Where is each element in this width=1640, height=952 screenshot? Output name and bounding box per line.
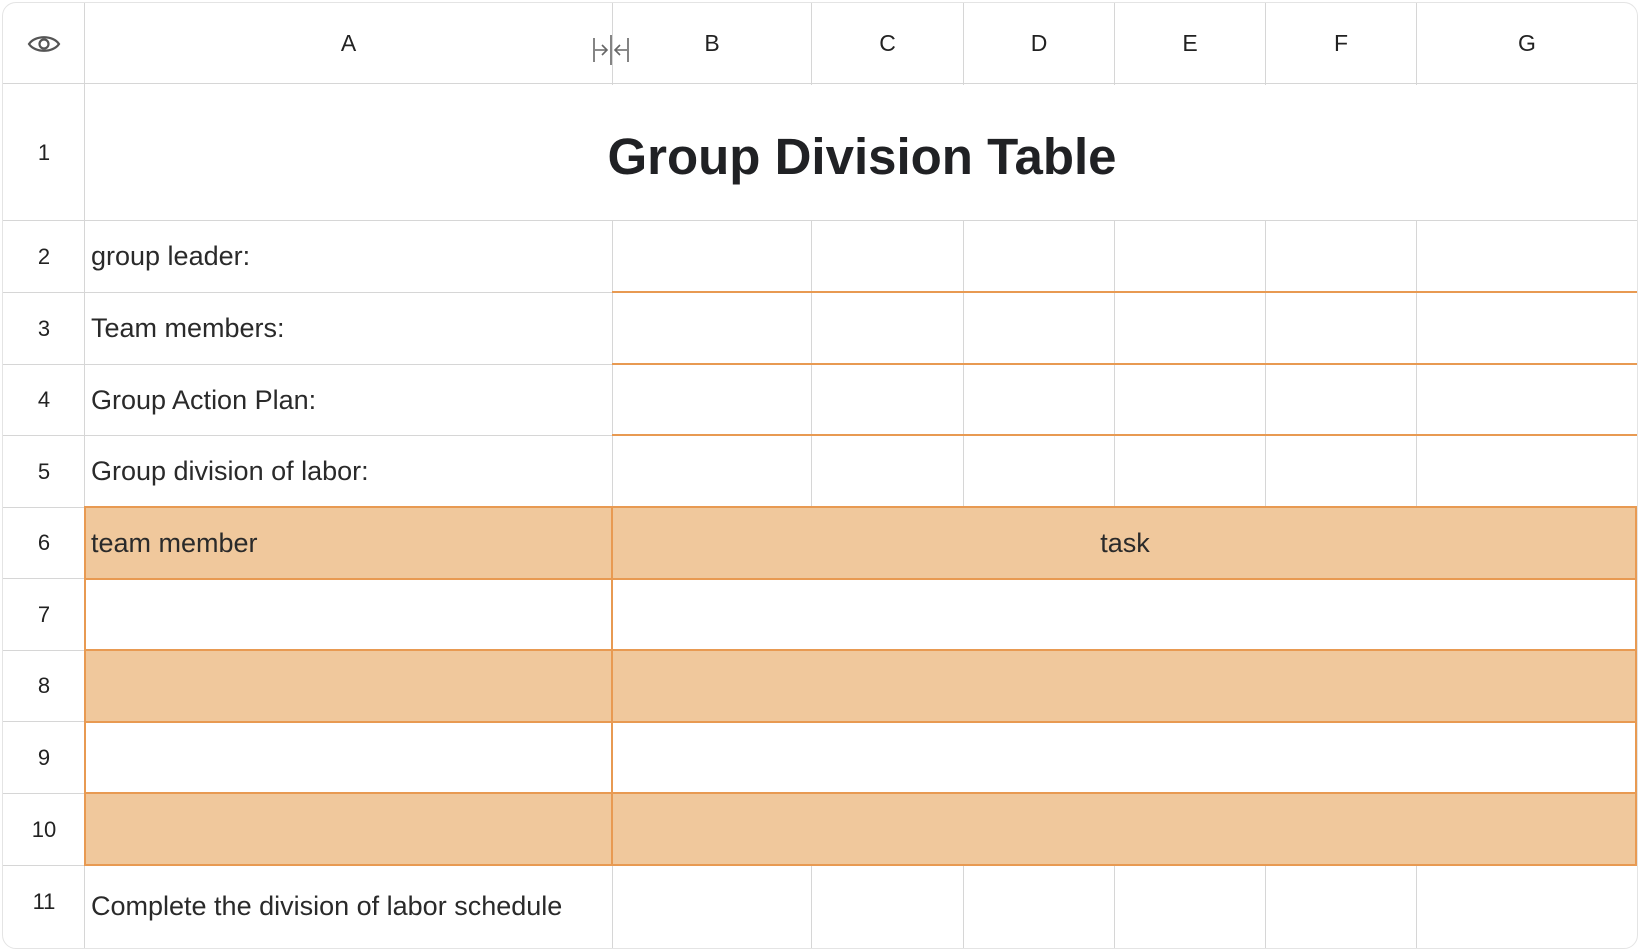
- row-header-6[interactable]: 6: [3, 508, 85, 578]
- row-header-10[interactable]: 10: [3, 794, 85, 865]
- row-header-11[interactable]: 11: [3, 866, 85, 937]
- row-8-fill: [85, 651, 1637, 722]
- row-header-8[interactable]: 8: [3, 651, 85, 721]
- column-header-a[interactable]: A: [85, 3, 612, 84]
- cell-a4[interactable]: Group Action Plan:: [91, 365, 316, 435]
- sheet-title-cell[interactable]: Group Division Table: [87, 85, 1637, 228]
- cell-a3[interactable]: Team members:: [91, 293, 285, 364]
- column-resize-icon[interactable]: [591, 33, 631, 67]
- row-header-4[interactable]: 4: [3, 365, 85, 435]
- cell-a2[interactable]: group leader:: [91, 221, 250, 292]
- row-header-2[interactable]: 2: [3, 221, 85, 292]
- row-header-1[interactable]: 1: [3, 85, 85, 220]
- cell-a6-team-member[interactable]: team member: [91, 508, 258, 578]
- column-header-b[interactable]: B: [613, 3, 811, 84]
- column-header-f[interactable]: F: [1266, 3, 1416, 84]
- column-header-d[interactable]: D: [964, 3, 1114, 84]
- row-10-fill: [85, 794, 1637, 865]
- column-header-g[interactable]: G: [1417, 3, 1637, 84]
- eye-icon[interactable]: [3, 3, 85, 84]
- cell-b6-task[interactable]: task: [613, 508, 1637, 578]
- row-header-7[interactable]: 7: [3, 579, 85, 650]
- row-header-5[interactable]: 5: [3, 436, 85, 507]
- column-header-c[interactable]: C: [812, 3, 963, 84]
- spreadsheet-grid: A B C D E F G 1 2 3 4 5 6 7 8 9 10 11 Gr…: [2, 2, 1638, 949]
- column-header-e[interactable]: E: [1115, 3, 1265, 84]
- cell-a5[interactable]: Group division of labor:: [91, 436, 369, 507]
- row-header-9[interactable]: 9: [3, 722, 85, 793]
- cell-a11[interactable]: Complete the division of labor schedule: [91, 871, 562, 941]
- row-header-3[interactable]: 3: [3, 293, 85, 364]
